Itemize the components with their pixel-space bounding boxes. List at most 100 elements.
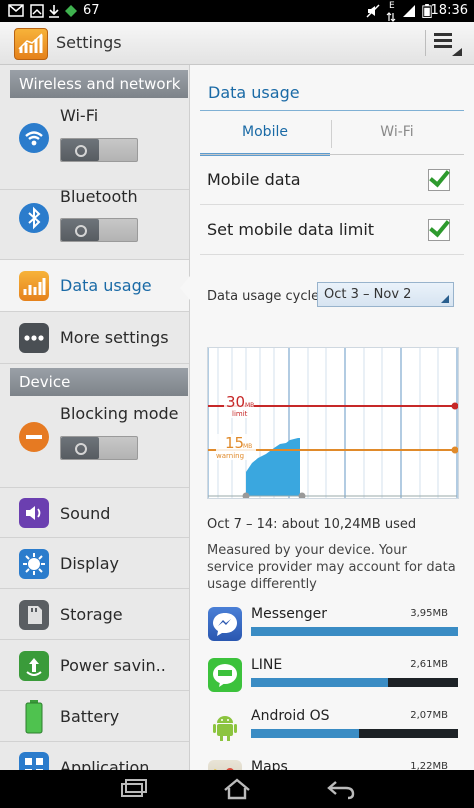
bluetooth-toggle[interactable]: [60, 218, 138, 242]
warning-caption: warning: [216, 452, 244, 460]
panel-title: Data usage: [208, 83, 300, 102]
blocking-mode-icon: [19, 422, 49, 452]
page-title: Settings: [56, 33, 122, 52]
measured-note: Measured by your device. Your service pr…: [207, 543, 456, 592]
app-usage-fill: [251, 627, 458, 636]
app-notification-icon: [65, 5, 77, 17]
app-usage-row[interactable]: LINE 2,61MB: [200, 653, 464, 703]
download-icon: [49, 5, 59, 18]
battery-icon: [19, 700, 49, 734]
title-divider: [200, 110, 464, 111]
sidebar-item-applications[interactable]: Application..: [0, 742, 189, 770]
action-bar: Settings: [0, 22, 474, 65]
cycle-value: Oct 3 – Nov 2: [324, 287, 412, 302]
tab-wifi[interactable]: Wi-Fi: [332, 117, 462, 153]
divider: [200, 254, 464, 255]
bluetooth-icon: [19, 203, 49, 233]
app-name: Maps: [251, 759, 288, 770]
sidebar-item-display[interactable]: Display: [0, 538, 189, 589]
storage-icon: [19, 600, 49, 630]
app-size: 2,61MB: [410, 659, 448, 670]
warning-value: 15: [225, 434, 244, 452]
sidebar-item-blocking-mode[interactable]: Blocking mode: [0, 396, 189, 488]
maps-icon: [208, 760, 242, 770]
divider: [425, 30, 426, 56]
limit-value: 30: [226, 393, 245, 411]
chart-glyph-icon: [18, 33, 43, 53]
sound-icon: [19, 498, 49, 528]
app-usage-fill: [251, 729, 359, 738]
notification-count: 67: [83, 3, 100, 18]
cycle-label: Data usage cycle: [207, 289, 320, 304]
sidebar-item-sound[interactable]: Sound: [0, 488, 189, 538]
sidebar-item-bluetooth[interactable]: Bluetooth: [0, 187, 189, 260]
app-size: 2,07MB: [410, 710, 448, 721]
power-saving-icon: [19, 651, 49, 681]
app-name: LINE: [251, 657, 283, 673]
app-usage-row[interactable]: Maps 1,22MB: [200, 755, 464, 770]
home-icon[interactable]: [222, 778, 252, 800]
wifi-icon: [19, 123, 49, 153]
sidebar-item-more-settings[interactable]: More settings: [0, 312, 189, 364]
sidebar-item-label: Storage: [60, 605, 123, 624]
limit-handle: [451, 402, 459, 410]
limit-caption: limit: [232, 410, 248, 418]
set-limit-checkbox[interactable]: [428, 219, 450, 241]
divider: [200, 154, 464, 155]
usage-graph[interactable]: 30 MB limit 15 MB warning: [207, 347, 459, 500]
divider: [200, 204, 464, 205]
more-settings-icon: [19, 323, 49, 353]
usage-graph-canvas: 30 MB limit 15 MB warning: [207, 348, 459, 500]
sidebar-item-label: Power savin..: [60, 656, 166, 675]
application-icon: [19, 752, 49, 770]
settings-app-icon[interactable]: [14, 28, 48, 60]
sidebar-item-label: Wi-Fi: [60, 106, 99, 125]
line-icon: [208, 658, 242, 692]
app-usage-bar: [251, 678, 458, 687]
messenger-icon: [208, 607, 242, 641]
mute-icon: [366, 4, 380, 18]
wifi-toggle[interactable]: [60, 138, 138, 162]
tab-mobile[interactable]: Mobile: [200, 117, 330, 156]
menu-corner-icon: [452, 48, 462, 56]
sidebar-item-label: Display: [60, 554, 119, 573]
navigation-bar: [0, 770, 474, 808]
app-size: 3,95MB: [410, 608, 448, 619]
overflow-menu-icon[interactable]: [434, 30, 462, 56]
section-header-wireless: Wireless and network: [10, 70, 188, 98]
screenshot-icon: [30, 4, 44, 18]
recent-apps-icon[interactable]: [118, 778, 148, 800]
cycle-dropdown[interactable]: Oct 3 – Nov 2: [317, 282, 454, 307]
sidebar-item-label: Blocking mode: [60, 404, 179, 423]
mobile-data-checkbox[interactable]: [428, 169, 450, 191]
back-icon[interactable]: [326, 778, 356, 800]
sidebar-item-battery[interactable]: Battery: [0, 691, 189, 742]
app-usage-row[interactable]: Messenger 3,95MB: [200, 602, 464, 652]
sidebar-item-storage[interactable]: Storage: [0, 589, 189, 640]
set-limit-label: Set mobile data limit: [207, 220, 375, 239]
warning-handle: [451, 446, 459, 454]
sidebar-item-label: Sound: [60, 504, 111, 523]
sidebar-item-label: More settings: [60, 328, 169, 347]
data-usage-panel: Data usage Mobile Wi-Fi Mobile data Set …: [190, 65, 474, 770]
display-icon: [19, 549, 49, 579]
sidebar-item-label: Application..: [60, 758, 160, 770]
sidebar-item-label: Data usage: [60, 276, 152, 295]
sidebar-item-wifi[interactable]: Wi-Fi: [0, 100, 189, 190]
warning-unit: MB: [243, 443, 252, 450]
sidebar-item-label: Bluetooth: [60, 187, 138, 206]
app-usage-row[interactable]: Android OS 2,07MB: [200, 704, 464, 754]
settings-category-list: Wireless and network Wi-Fi Bluetooth Dat…: [0, 65, 190, 770]
sidebar-item-data-usage[interactable]: Data usage: [0, 260, 189, 312]
android-icon: [208, 709, 242, 743]
sidebar-item-power-saving[interactable]: Power savin..: [0, 640, 189, 691]
limit-unit: MB: [245, 402, 254, 409]
notification-message-icon: [8, 4, 24, 17]
section-header-device: Device: [10, 368, 188, 396]
mobile-data-label: Mobile data: [207, 170, 301, 189]
app-usage-bar: [251, 729, 458, 738]
clock: 18:36: [430, 3, 468, 18]
blocking-mode-toggle[interactable]: [60, 436, 138, 460]
selection-pointer: [180, 276, 190, 300]
data-usage-icon: [19, 271, 49, 301]
